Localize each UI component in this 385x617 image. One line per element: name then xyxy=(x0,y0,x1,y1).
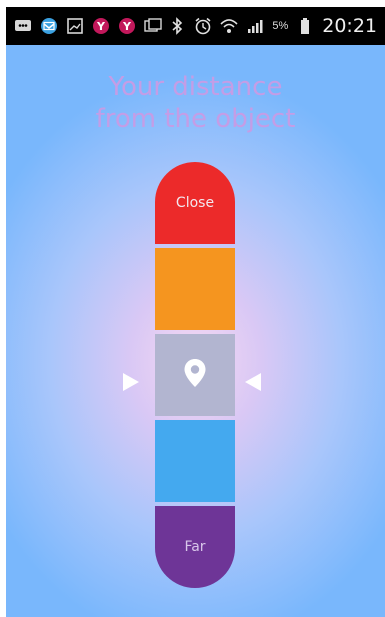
alarm-icon xyxy=(194,17,212,35)
left-pointer-arrow-icon xyxy=(122,372,140,392)
notification-icons: Y Y xyxy=(14,17,162,35)
far-label: Far xyxy=(184,539,206,555)
battery-icon xyxy=(296,17,314,35)
title-line-2: from the object xyxy=(95,104,296,134)
messages-icon xyxy=(14,17,32,35)
bluetooth-icon xyxy=(168,17,186,35)
right-pointer-arrow-icon xyxy=(244,372,262,392)
page-title: Your distance from the object xyxy=(6,71,385,135)
svg-text:Y: Y xyxy=(122,20,132,33)
media-icon xyxy=(144,17,162,35)
phone-screen: Y Y 5% 20:21 Your distance from the obje… xyxy=(6,7,385,617)
segment-current xyxy=(155,334,235,416)
yahoo-icon: Y xyxy=(118,17,136,35)
distance-screen: Your distance from the object Close Far xyxy=(6,45,385,617)
system-icons: 5% 20:21 xyxy=(168,15,377,37)
title-line-1: Your distance xyxy=(108,72,283,102)
mail-icon xyxy=(40,17,58,35)
yahoo-icon: Y xyxy=(92,17,110,35)
svg-text:Y: Y xyxy=(96,20,106,33)
status-bar: Y Y 5% 20:21 xyxy=(6,7,385,45)
segment-near xyxy=(155,248,235,330)
clock: 20:21 xyxy=(322,15,377,37)
battery-percent: 5% xyxy=(272,20,289,32)
close-label: Close xyxy=(175,195,215,211)
wifi-icon xyxy=(220,17,238,35)
gallery-icon xyxy=(66,17,84,35)
location-pin-icon xyxy=(183,358,207,393)
segment-far: Far xyxy=(155,506,235,588)
segment-close: Close xyxy=(155,162,235,244)
segment-distant xyxy=(155,420,235,502)
signal-icon xyxy=(246,17,264,35)
